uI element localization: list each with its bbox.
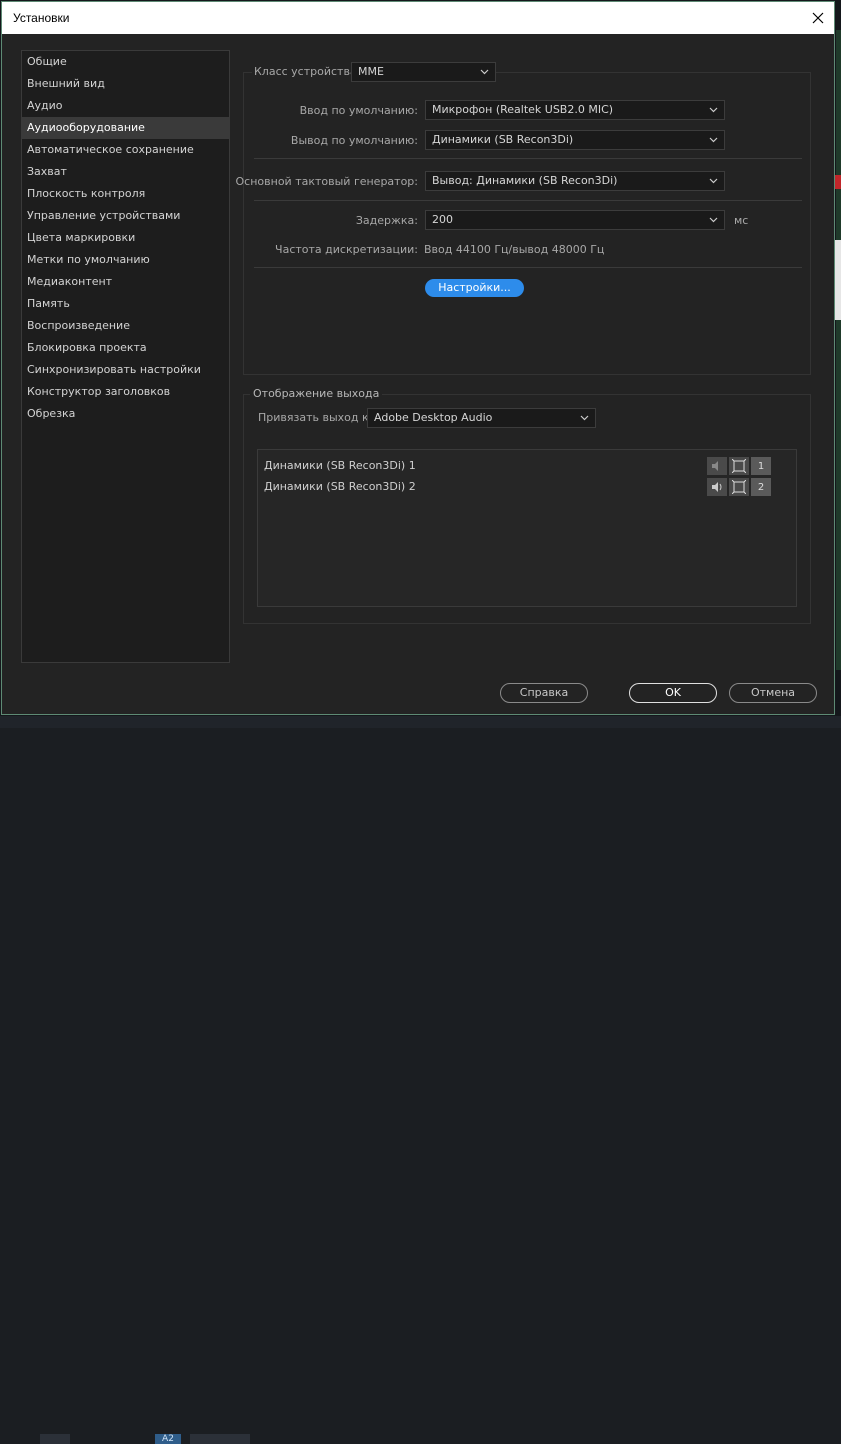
background-app-edge — [836, 30, 841, 670]
channel-list: Динамики (SB Recon3Di) 1 1 Динамики (SB … — [257, 449, 797, 607]
default-input-label: Ввод по умолчанию: — [299, 104, 418, 117]
sidebar-item-appearance[interactable]: Внешний вид — [22, 73, 229, 95]
sidebar-item-titler[interactable]: Конструктор заголовков — [22, 381, 229, 403]
taskbar-item-active[interactable]: A2 — [155, 1434, 181, 1444]
master-clock-label: Основной тактовый генератор: — [235, 175, 418, 188]
category-list: Общие Внешний вид Аудио Аудиооборудовани… — [21, 50, 230, 663]
output-mapping-title: Отображение выхода — [250, 387, 383, 400]
close-button[interactable] — [802, 2, 834, 34]
sidebar-item-label-colors[interactable]: Цвета маркировки — [22, 227, 229, 249]
sidebar-item-label-defaults[interactable]: Метки по умолчанию — [22, 249, 229, 271]
latency-dropdown[interactable]: 200 — [425, 210, 725, 230]
sidebar-item-playback[interactable]: Воспроизведение — [22, 315, 229, 337]
taskbar-item[interactable] — [40, 1434, 70, 1444]
sidebar-item-audio[interactable]: Аудио — [22, 95, 229, 117]
title-bar: Установки — [2, 2, 834, 34]
chevron-down-icon — [709, 172, 718, 196]
sidebar-item-device-control[interactable]: Управление устройствами — [22, 205, 229, 227]
window-title: Установки — [13, 11, 70, 25]
sidebar-item-control-surface[interactable]: Плоскость контроля — [22, 183, 229, 205]
sidebar-item-audio-hardware[interactable]: Аудиооборудование — [22, 117, 229, 139]
cancel-button[interactable]: Отмена — [729, 683, 817, 703]
map-output-label: Привязать выход к: — [258, 411, 373, 424]
chevron-down-icon — [580, 409, 589, 433]
sidebar-item-project-locking[interactable]: Блокировка проекта — [22, 337, 229, 359]
close-icon — [812, 12, 824, 24]
device-class-value: MME — [358, 65, 384, 78]
speaker-icon[interactable] — [707, 478, 727, 496]
sidebar-item-trim[interactable]: Обрезка — [22, 403, 229, 425]
default-input-dropdown[interactable]: Микрофон (Realtek USB2.0 MIC) — [425, 100, 725, 120]
sample-rate-value: Ввод 44100 Гц/вывод 48000 Гц — [424, 243, 605, 256]
latency-label: Задержка: — [355, 214, 418, 227]
map-output-value: Adobe Desktop Audio — [374, 411, 493, 424]
list-item[interactable]: Динамики (SB Recon3Di) 2 2 — [258, 477, 796, 497]
preferences-dialog: Установки Общие Внешний вид Аудио Аудиоо… — [1, 1, 835, 715]
chevron-down-icon — [709, 211, 718, 235]
monitor-icon[interactable] — [729, 478, 749, 496]
settings-button[interactable]: Настройки... — [425, 279, 524, 297]
taskbar: A2 — [0, 716, 841, 1444]
default-output-label: Вывод по умолчанию: — [290, 134, 418, 147]
chevron-down-icon — [709, 101, 718, 125]
speaker-icon[interactable] — [707, 457, 727, 475]
divider — [254, 158, 802, 159]
sidebar-item-auto-save[interactable]: Автоматическое сохранение — [22, 139, 229, 161]
divider — [254, 267, 802, 268]
divider — [254, 200, 802, 201]
taskbar-item[interactable] — [190, 1434, 250, 1444]
latency-unit: мс — [734, 214, 749, 227]
sample-rate-label: Частота дискретизации: — [275, 243, 418, 256]
help-button[interactable]: Справка — [500, 683, 588, 703]
channel-label: Динамики (SB Recon3Di) 1 — [264, 459, 416, 472]
list-item[interactable]: Динамики (SB Recon3Di) 1 1 — [258, 456, 796, 476]
sidebar-item-general[interactable]: Общие — [22, 51, 229, 73]
monitor-icon[interactable] — [729, 457, 749, 475]
latency-value: 200 — [432, 213, 453, 226]
device-class-label: Класс устройства: — [252, 65, 363, 78]
channel-label: Динамики (SB Recon3Di) 2 — [264, 480, 416, 493]
channel-number: 2 — [751, 478, 771, 496]
master-clock-value: Вывод: Динамики (SB Recon3Di) — [432, 174, 618, 187]
background-app-panel — [835, 240, 841, 320]
master-clock-dropdown[interactable]: Вывод: Динамики (SB Recon3Di) — [425, 171, 725, 191]
default-input-value: Микрофон (Realtek USB2.0 MIC) — [432, 103, 614, 116]
default-output-value: Динамики (SB Recon3Di) — [432, 133, 574, 146]
background-app-marker — [835, 175, 841, 189]
device-class-dropdown[interactable]: MME — [351, 62, 496, 82]
default-output-dropdown[interactable]: Динамики (SB Recon3Di) — [425, 130, 725, 150]
sidebar-item-media[interactable]: Медиаконтент — [22, 271, 229, 293]
sidebar-item-sync-settings[interactable]: Синхронизировать настройки — [22, 359, 229, 381]
ok-button[interactable]: OK — [629, 683, 717, 703]
sidebar-item-memory[interactable]: Память — [22, 293, 229, 315]
sidebar-item-capture[interactable]: Захват — [22, 161, 229, 183]
map-output-dropdown[interactable]: Adobe Desktop Audio — [367, 408, 596, 428]
chevron-down-icon — [709, 131, 718, 155]
chevron-down-icon — [480, 63, 489, 87]
channel-number: 1 — [751, 457, 771, 475]
